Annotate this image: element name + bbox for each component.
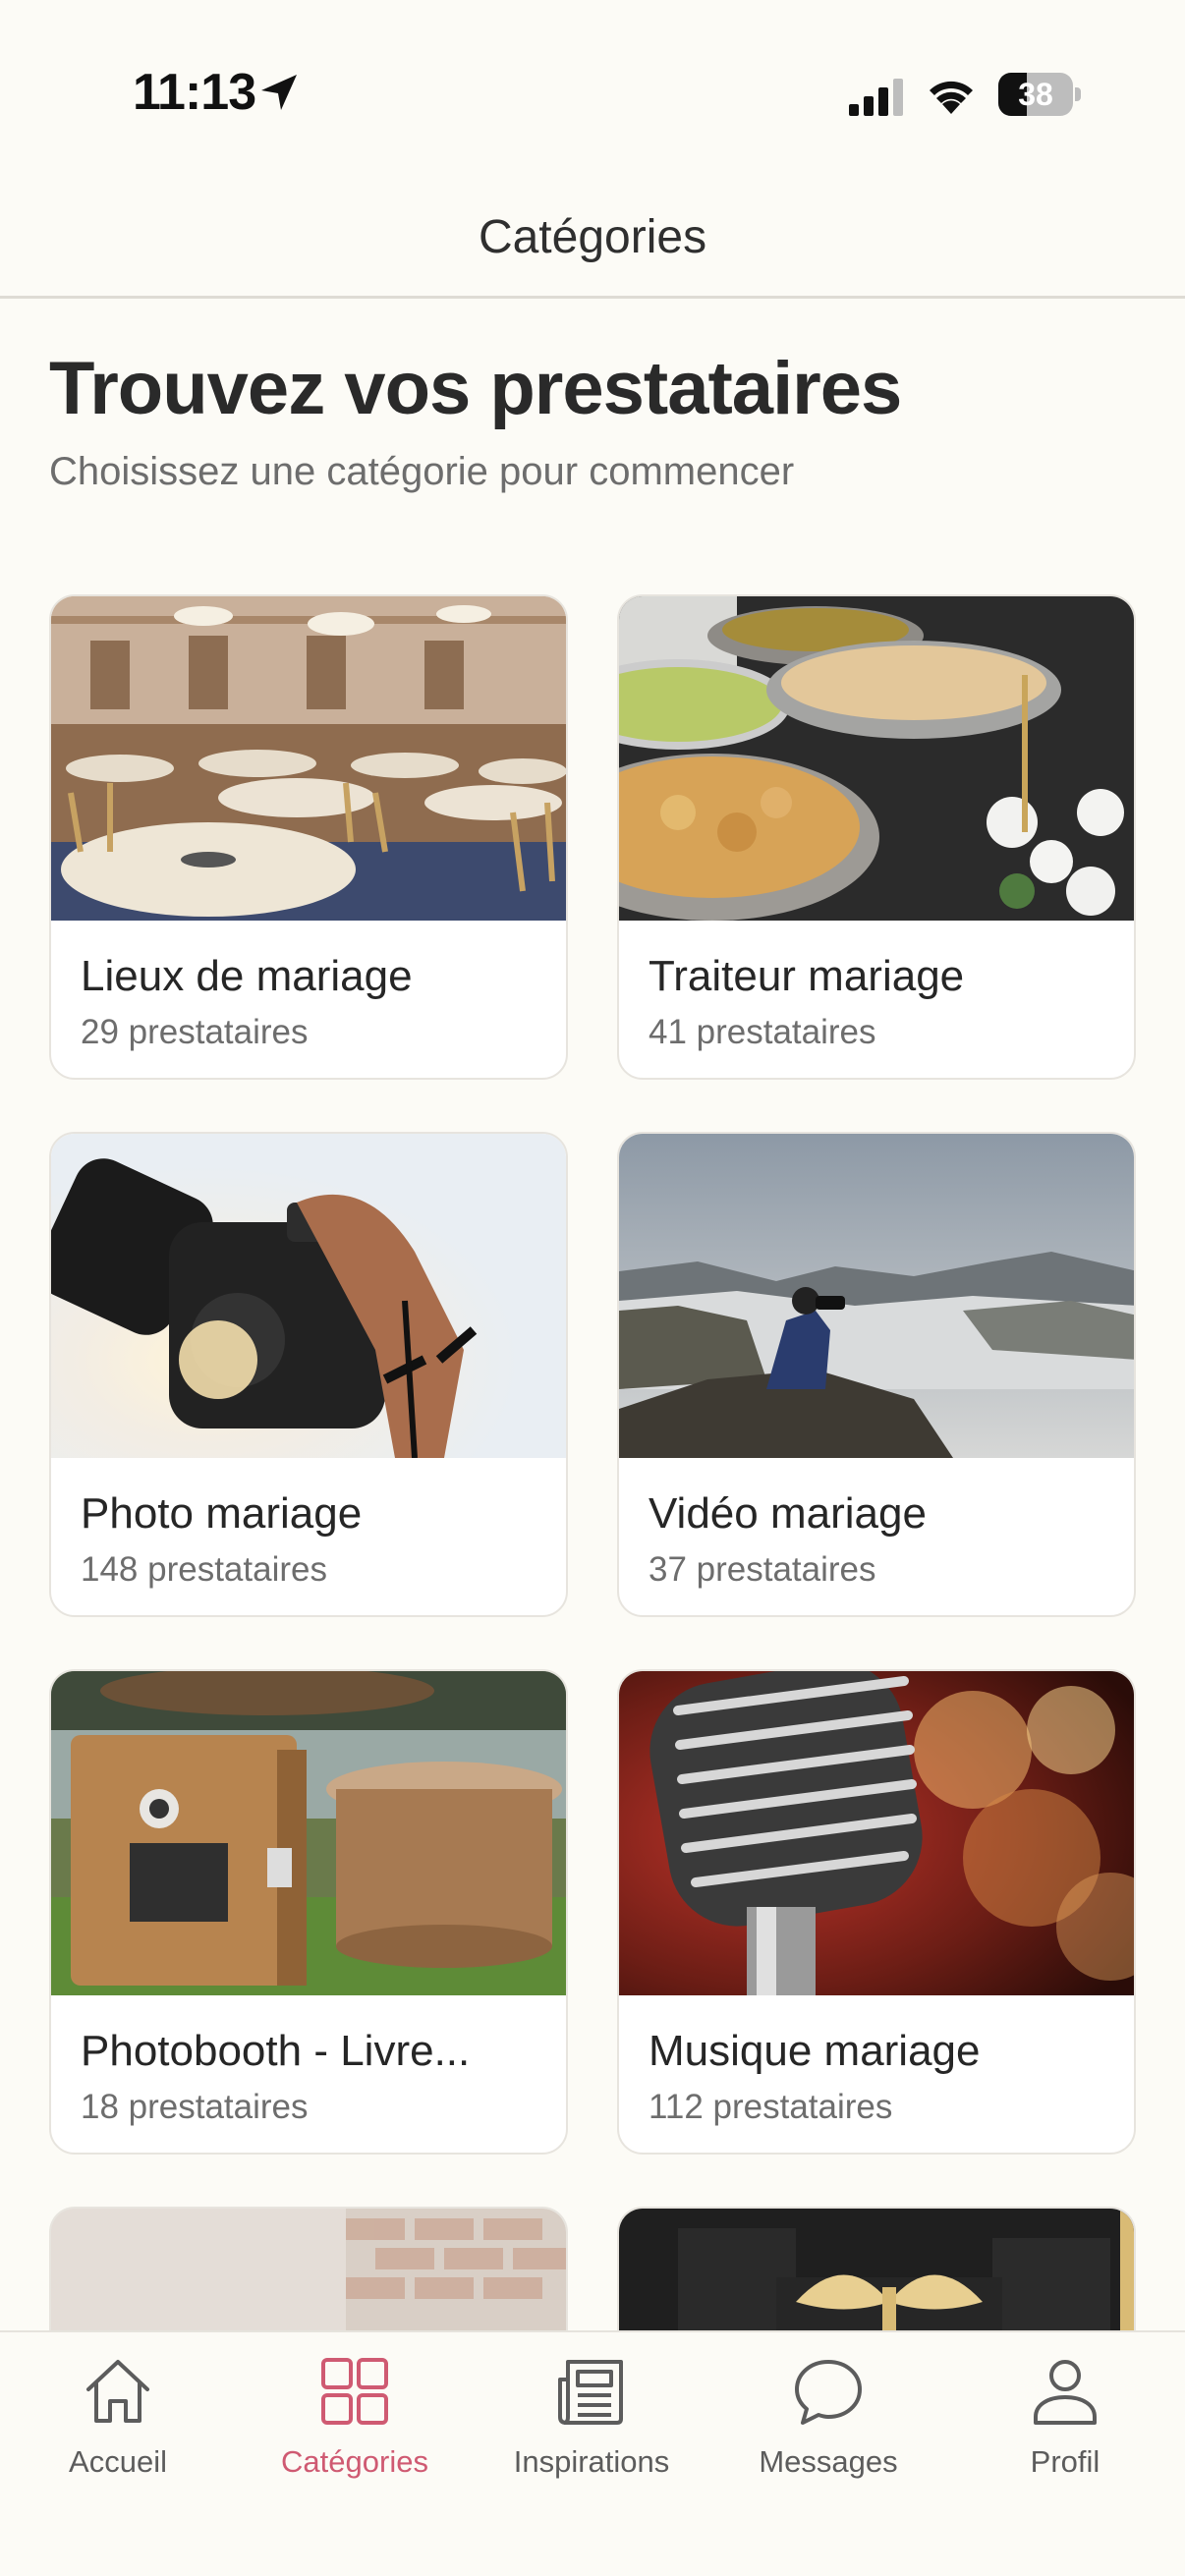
category-count: 18 prestataires (81, 2088, 309, 2126)
category-card-partial-right[interactable] (617, 2207, 1136, 2344)
chat-bubble-icon (795, 2360, 862, 2425)
category-card-photobooth[interactable]: Photobooth - Livre... 18 prestataires (49, 1669, 568, 2155)
category-card-partial-left[interactable] (49, 2207, 568, 2344)
person-icon (1034, 2360, 1097, 2425)
category-card-video[interactable]: Vidéo mariage 37 prestataires (617, 1132, 1136, 1617)
navigation-header: Catégories (0, 196, 1185, 299)
tab-label: Accueil (69, 2444, 167, 2479)
photo-image (51, 1134, 566, 1458)
tab-bar: Accueil Catégories Inspirations Messages… (0, 2330, 1185, 2576)
category-title: Vidéo mariage (649, 1489, 927, 1538)
category-card-music[interactable]: Musique mariage 112 prestataires (617, 1669, 1136, 2155)
decoration-image (51, 2209, 566, 2344)
category-title: Musique mariage (649, 2027, 981, 2075)
location-arrow-icon (261, 75, 297, 110)
tab-accueil[interactable]: Accueil (20, 2354, 216, 2501)
home-icon (86, 2360, 149, 2423)
venue-image (51, 596, 566, 921)
category-card-catering[interactable]: Traiteur mariage 41 prestataires (617, 594, 1136, 1080)
newspaper-icon (558, 2360, 623, 2425)
intro-headline: Trouvez vos prestataires (49, 347, 902, 430)
category-title: Photo mariage (81, 1489, 363, 1538)
category-count: 37 prestataires (649, 1550, 876, 1589)
status-bar: 11:13 38 (0, 0, 1185, 177)
grid-icon (321, 2358, 388, 2425)
battery-indicator: 38 (998, 73, 1081, 116)
page-title: Catégories (478, 211, 707, 263)
category-count: 41 prestataires (649, 1013, 876, 1051)
category-title: Traiteur mariage (649, 952, 965, 1000)
video-image (619, 1134, 1134, 1458)
tab-categories[interactable]: Catégories (256, 2354, 453, 2501)
category-card-photo[interactable]: Photo mariage 148 prestataires (49, 1132, 568, 1617)
category-title: Photobooth - Livre... (81, 2027, 471, 2075)
tab-label: Messages (759, 2444, 898, 2479)
category-card-venues[interactable]: Lieux de mariage 29 prestataires (49, 594, 568, 1080)
tab-inspirations[interactable]: Inspirations (493, 2354, 690, 2501)
music-image (619, 1671, 1134, 1995)
tab-label: Profil (1030, 2444, 1100, 2479)
cellular-signal-icon (849, 79, 903, 116)
gift-image (619, 2209, 1134, 2344)
tab-label: Inspirations (513, 2444, 670, 2479)
category-title: Lieux de mariage (81, 952, 413, 1000)
photobooth-image (51, 1671, 566, 1995)
status-time: 11:13 (133, 64, 256, 121)
category-count: 29 prestataires (81, 1013, 309, 1051)
category-count: 148 prestataires (81, 1550, 327, 1589)
category-count: 112 prestataires (649, 2088, 893, 2126)
intro-subheadline: Choisissez une catégorie pour commencer (49, 450, 795, 493)
catering-image (619, 596, 1134, 921)
wifi-icon (930, 81, 973, 114)
battery-level: 38 (1018, 77, 1053, 112)
tab-profil[interactable]: Profil (967, 2354, 1163, 2501)
tab-messages[interactable]: Messages (730, 2354, 927, 2501)
tab-label: Catégories (281, 2444, 428, 2479)
